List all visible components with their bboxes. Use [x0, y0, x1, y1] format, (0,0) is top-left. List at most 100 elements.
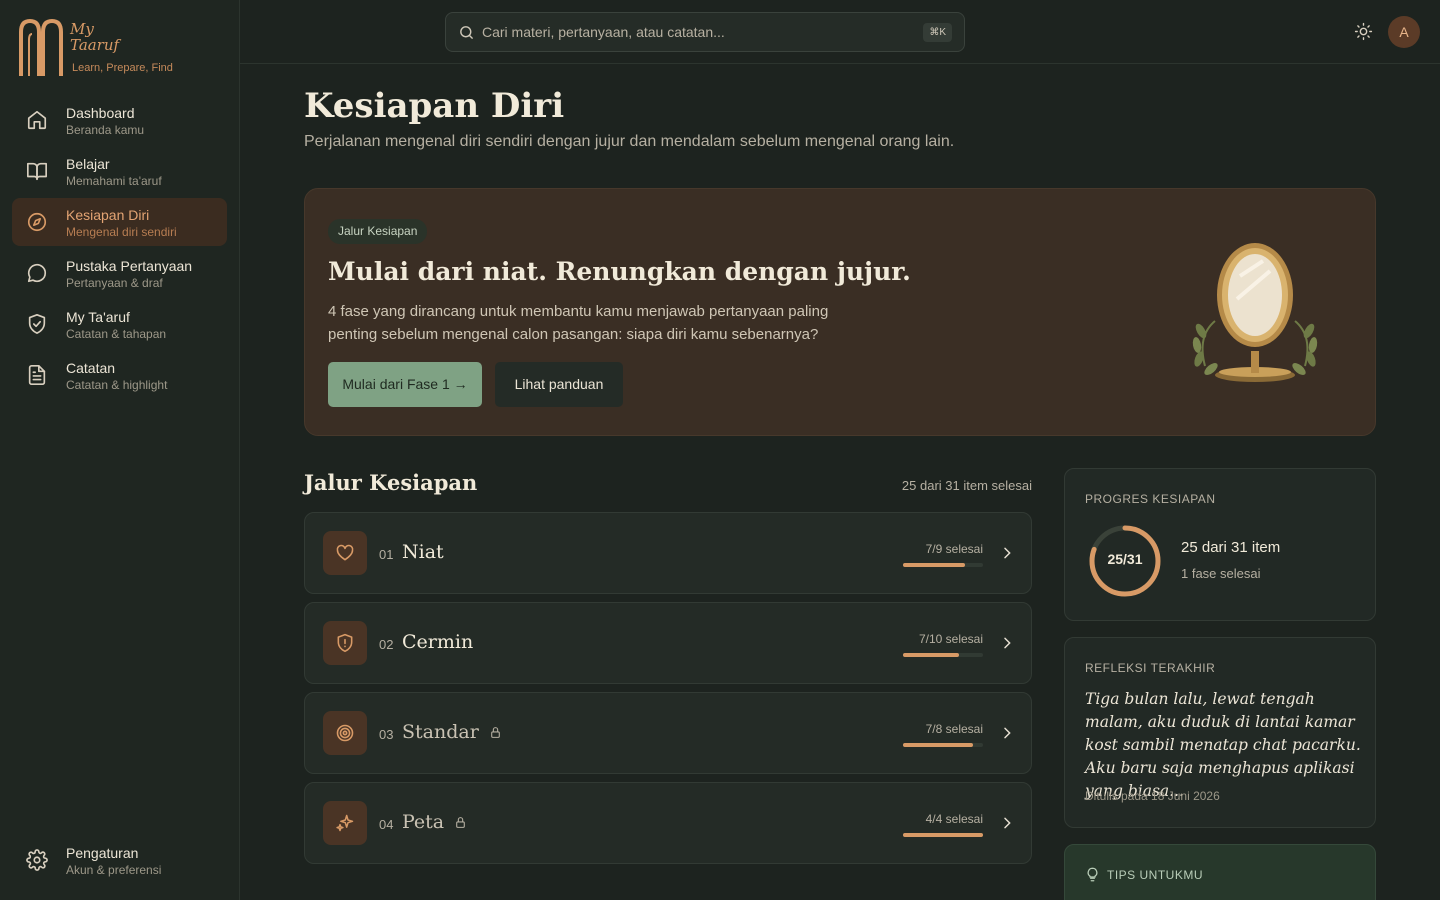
hero-title: Mulai dari niat. Renungkan dengan jujur. [328, 257, 911, 286]
progress-main-text: 25 dari 31 item [1181, 539, 1281, 556]
phase-icon-box [323, 801, 367, 845]
target-icon [336, 724, 354, 742]
path-title: Jalur Kesiapan [304, 470, 478, 495]
sidebar-item-belajar[interactable]: Belajar Memahami ta'aruf [12, 147, 227, 195]
sidebar-item-label: Kesiapan Diri [66, 207, 150, 223]
gear-icon [26, 849, 48, 871]
sidebar-item-dashboard[interactable]: Dashboard Beranda kamu [12, 96, 227, 144]
phase-progress-text: 4/4 selesai [925, 812, 983, 826]
tips-card-label: TIPS UNTUKMU [1107, 868, 1203, 882]
avatar[interactable]: A [1388, 16, 1420, 48]
hero-banner: Jalur Kesiapan Mulai dari niat. Renungka… [304, 188, 1376, 436]
reflection-date: Ditulis pada 18 Juni 2026 [1085, 789, 1220, 803]
phase-progress-fill [903, 743, 973, 747]
reflection-text: Tiga bulan lalu, lewat tengah malam, aku… [1085, 690, 1361, 800]
sidebar: My Taaruf Learn, Prepare, Find Dashboard… [0, 0, 240, 900]
sidebar-item-label: Pengaturan [66, 845, 139, 861]
start-phase-button[interactable]: Mulai dari Fase 1 → [328, 362, 482, 407]
shield-check-icon [28, 314, 46, 334]
brand-name: My Taaruf [70, 20, 120, 54]
search-input[interactable] [482, 22, 902, 42]
search-box[interactable]: ⌘K [445, 12, 965, 52]
sidebar-item-label: My Ta'aruf [66, 309, 130, 325]
phase-progress-fill [903, 653, 959, 657]
logo-icon [19, 18, 63, 76]
sun-icon[interactable] [1354, 22, 1373, 41]
brand[interactable]: My Taaruf Learn, Prepare, Find [18, 18, 228, 80]
topbar: ⌘K A [240, 0, 1440, 64]
search-shortcut: ⌘K [923, 23, 952, 42]
hero-badge: Jalur Kesiapan [328, 219, 428, 244]
phase-name: Niat [402, 541, 444, 563]
sidebar-item-sublabel: Beranda kamu [66, 123, 145, 137]
phase-number: 02 [379, 637, 394, 652]
lightbulb-icon [1087, 867, 1098, 882]
phase-progress-text: 7/8 selesai [925, 722, 983, 736]
phase-icon-box [323, 711, 367, 755]
phase-progress-bar [903, 653, 983, 657]
sidebar-item-sublabel: Catatan & highlight [66, 378, 168, 392]
brand-tagline: Learn, Prepare, Find [72, 62, 173, 74]
phase-progress-bar [903, 563, 983, 567]
reflection-card-label: REFLEKSI TERAKHIR [1085, 661, 1216, 675]
path-count: 25 dari 31 item selesai [901, 478, 1032, 493]
sidebar-nav: Dashboard Beranda kamu Belajar Memahami … [12, 96, 227, 402]
progress-card-label: PROGRES KESIAPAN [1085, 492, 1216, 506]
phase-icon-box [323, 531, 367, 575]
phase-progress-text: 7/9 selesai [925, 542, 983, 556]
sidebar-item-sublabel: Memahami ta'aruf [66, 174, 162, 188]
phase-card-peta[interactable]: 04 Peta 4/4 selesai [304, 782, 1032, 864]
tips-card[interactable]: TIPS UNTUKMU [1064, 844, 1376, 900]
phase-progress-text: 7/10 selesai [918, 632, 983, 646]
page-subtitle: Perjalanan mengenal diri sendiri dengan … [304, 133, 955, 150]
progress-card: PROGRES KESIAPAN 25/31 25 dari 31 item 1… [1064, 468, 1376, 621]
phase-card-standar[interactable]: 03 Standar 7/8 selesai [304, 692, 1032, 774]
sidebar-item-label: Dashboard [66, 105, 135, 121]
heart-icon [336, 544, 354, 561]
shield-alert-icon [337, 633, 353, 653]
phase-number: 01 [379, 547, 394, 562]
home-icon [27, 110, 47, 130]
phase-card-cermin[interactable]: 02 Cermin 7/10 selesai [304, 602, 1032, 684]
page-title: Kesiapan Diri [304, 86, 565, 126]
phase-name: Peta [402, 811, 445, 833]
book-open-icon [27, 162, 47, 181]
sidebar-item-sublabel: Catatan & tahapan [66, 327, 167, 341]
search-icon [460, 26, 473, 39]
phase-card-niat[interactable]: 01 Niat 7/9 selesai [304, 512, 1032, 594]
lock-icon [491, 727, 500, 738]
view-guide-button[interactable]: Lihat panduan [495, 362, 623, 407]
progress-ring-text: 25/31 [1107, 551, 1143, 567]
phase-progress-bar [903, 743, 983, 747]
phase-name: Standar [402, 721, 479, 743]
sidebar-item-catatan[interactable]: Catatan Catatan & highlight [12, 351, 227, 399]
chevron-right-icon [1004, 637, 1011, 649]
sidebar-item-sublabel: Mengenal diri sendiri [66, 225, 177, 239]
sidebar-item-pustaka-pertanyaan[interactable]: Pustaka Pertanyaan Pertanyaan & draf [12, 249, 227, 297]
sidebar-item-pengaturan[interactable]: Pengaturan Akun & preferensi [12, 836, 227, 884]
chevron-right-icon [1004, 727, 1011, 739]
phase-progress-bar [903, 833, 983, 837]
sidebar-footer: Pengaturan Akun & preferensi [12, 836, 227, 887]
sidebar-item-label: Belajar [66, 156, 110, 172]
hero-description: 4 fase yang dirancang untuk membantu kam… [328, 303, 829, 343]
chevron-right-icon [1004, 817, 1011, 829]
progress-sub-text: 1 fase selesai [1181, 566, 1261, 581]
phase-icon-box [323, 621, 367, 665]
sidebar-item-sublabel: Pertanyaan & draf [66, 276, 163, 290]
sidebar-item-kesiapan-diri[interactable]: Kesiapan Diri Mengenal diri sendiri [12, 198, 227, 246]
sidebar-item-label: Pustaka Pertanyaan [66, 258, 193, 274]
compass-icon [27, 212, 47, 232]
lock-icon [456, 817, 465, 828]
reflection-card[interactable]: REFLEKSI TERAKHIR Tiga bulan lalu, lewat… [1064, 637, 1376, 828]
phase-name: Cermin [402, 631, 474, 653]
phase-number: 04 [379, 817, 394, 832]
chevron-right-icon [1004, 547, 1011, 559]
sparkles-icon [336, 814, 354, 832]
sidebar-item-sublabel: Akun & preferensi [66, 863, 162, 877]
sidebar-item-label: Catatan [66, 360, 116, 376]
phase-number: 03 [379, 727, 394, 742]
mirror-illustration [1192, 243, 1318, 382]
file-text-icon [28, 365, 46, 385]
sidebar-item-my-taaruf[interactable]: My Ta'aruf Catatan & tahapan [12, 300, 227, 348]
